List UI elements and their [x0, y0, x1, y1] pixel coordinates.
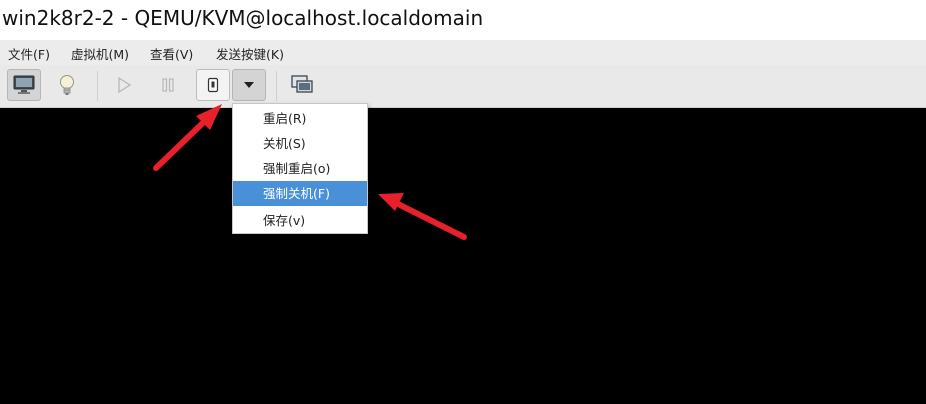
shutdown-button[interactable]	[196, 69, 230, 101]
menu-item-force-reset[interactable]: 强制重启(o)	[233, 156, 367, 181]
shutdown-menu-button[interactable]	[232, 69, 266, 101]
toolbar-separator	[276, 71, 277, 101]
window-titlebar: win2k8r2-2 - QEMU/KVM@localhost.localdom…	[0, 0, 926, 40]
menubar: 文件(F) 虚拟机(M) 查看(V) 发送按键(K)	[0, 40, 926, 66]
pause-button[interactable]	[151, 69, 185, 101]
menu-item-force-off[interactable]: 强制关机(F)	[233, 181, 367, 206]
run-button[interactable]	[107, 69, 141, 101]
menu-file[interactable]: 文件(F)	[8, 44, 50, 63]
menu-virtual-machine[interactable]: 虚拟机(M)	[71, 44, 129, 63]
console-view-button[interactable]	[7, 69, 41, 101]
menu-item-shutdown[interactable]: 关机(S)	[233, 131, 367, 156]
window-title: win2k8r2-2 - QEMU/KVM@localhost.localdom…	[2, 6, 484, 30]
toolbar	[0, 65, 926, 108]
menu-view[interactable]: 查看(V)	[150, 44, 193, 63]
monitor-icon	[13, 75, 35, 94]
play-icon	[118, 77, 132, 93]
screenshot-icon	[291, 75, 313, 93]
menu-send-key[interactable]: 发送按键(K)	[216, 44, 284, 63]
chevron-down-icon	[244, 82, 254, 88]
menu-item-reboot[interactable]: 重启(R)	[233, 106, 367, 131]
power-icon	[207, 77, 219, 93]
toolbar-separator	[97, 71, 98, 101]
details-view-button[interactable]	[50, 69, 84, 101]
fullscreen-button[interactable]	[285, 69, 319, 101]
menu-item-save[interactable]: 保存(v)	[233, 208, 367, 233]
pause-icon	[162, 78, 174, 92]
vm-console-display[interactable]	[0, 108, 926, 404]
shutdown-dropdown-menu: 重启(R) 关机(S) 强制重启(o) 强制关机(F) 保存(v)	[232, 103, 368, 234]
lightbulb-icon	[60, 75, 74, 95]
